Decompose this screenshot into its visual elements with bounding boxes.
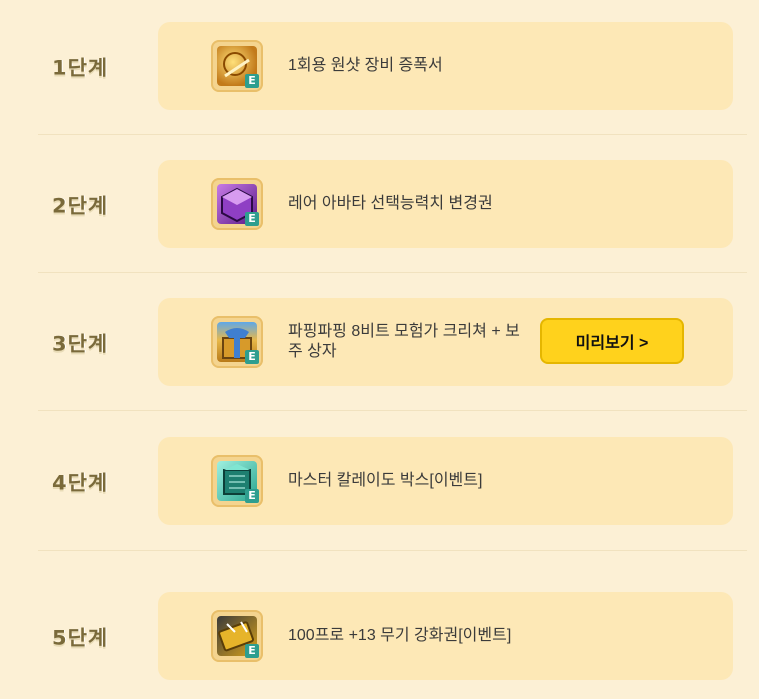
stage-row-5: 5단계 E 100프로 +13 무기 강화권[이벤트] — [0, 592, 759, 680]
event-badge: E — [245, 489, 259, 503]
item-name: 마스터 칼레이도 박스[이벤트] — [288, 472, 483, 489]
item-name: 1회용 원샷 장비 증폭서 — [288, 57, 443, 74]
event-badge: E — [245, 644, 259, 658]
stage-label: 3단계 — [52, 332, 109, 356]
item-name: 레어 아바타 선택능력치 변경권 — [288, 195, 493, 212]
divider — [38, 410, 747, 411]
enhance-ticket-icon: E — [211, 610, 263, 662]
divider — [38, 272, 747, 273]
stage-row-2: 2단계 E 레어 아바타 선택능력치 변경권 — [0, 160, 759, 248]
stage-label: 4단계 — [52, 471, 109, 495]
item-name: 100프로 +13 무기 강화권[이벤트] — [288, 627, 512, 644]
reward-card: E 레어 아바타 선택능력치 변경권 — [158, 160, 733, 248]
reward-card: E 파핑파핑 8비트 모험가 크리쳐 + 보주 상자 미리보기 > — [158, 298, 733, 386]
stage-row-4: 4단계 E 마스터 칼레이도 박스[이벤트] — [0, 437, 759, 525]
reward-card: E 마스터 칼레이도 박스[이벤트] — [158, 437, 733, 525]
divider — [38, 134, 747, 135]
item-name: 파핑파핑 8비트 모험가 크리쳐 + 보주 상자 — [288, 323, 520, 360]
stage-label: 1단계 — [52, 56, 109, 80]
divider — [38, 550, 747, 551]
stage-row-3: 3단계 E 파핑파핑 8비트 모험가 크리쳐 + 보주 상자 미리보기 > — [0, 298, 759, 386]
reward-card: E 100프로 +13 무기 강화권[이벤트] — [158, 592, 733, 680]
reward-card: E 1회용 원샷 장비 증폭서 — [158, 22, 733, 110]
event-badge: E — [245, 74, 259, 88]
event-badge: E — [245, 350, 259, 364]
gift-box-icon: E — [211, 316, 263, 368]
stage-label: 2단계 — [52, 194, 109, 218]
amplifier-scroll-icon: E — [211, 40, 263, 92]
preview-button[interactable]: 미리보기 > — [540, 318, 684, 364]
stage-row-1: 1단계 E 1회용 원샷 장비 증폭서 — [0, 22, 759, 110]
teal-box-icon: E — [211, 455, 263, 507]
stage-label: 5단계 — [52, 626, 109, 650]
purple-cube-icon: E — [211, 178, 263, 230]
event-badge: E — [245, 212, 259, 226]
